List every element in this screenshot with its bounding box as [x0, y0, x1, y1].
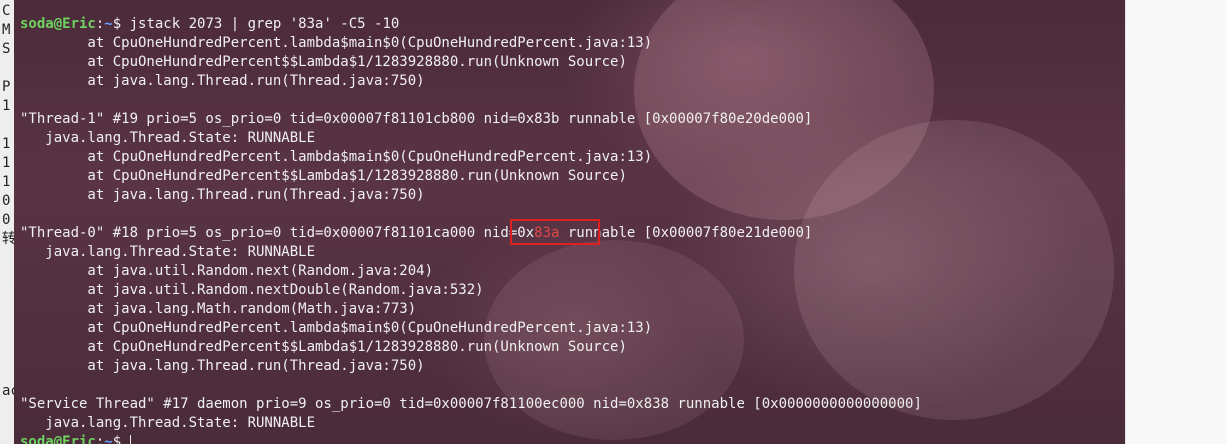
terminal-window[interactable]: soda@Eric:~$ jstack 2073 | grep '83a' -C…	[14, 0, 1125, 444]
output-line-1: at CpuOneHundredPercent$$Lambda$1/128392…	[20, 54, 627, 70]
prompt-user: soda@Eric	[20, 16, 96, 32]
output-line-7: at CpuOneHundredPercent$$Lambda$1/128392…	[20, 168, 627, 184]
output-line-after-3: at java.lang.Math.random(Math.java:773)	[20, 301, 417, 317]
output-line-after-2: at java.util.Random.nextDouble(Random.ja…	[20, 282, 484, 298]
edge-char: 1	[2, 136, 11, 152]
prompt-path: ~	[104, 16, 113, 32]
output-line-9	[20, 205, 922, 224]
edge-char: 1	[2, 155, 11, 171]
text-cursor	[129, 434, 131, 444]
thread0-header-line: "Thread-0" #18 prio=5 os_prio=0 tid=0x00…	[20, 224, 922, 243]
edge-char: 0	[2, 193, 11, 209]
edge-char: C	[2, 3, 11, 19]
edge-char: S	[2, 41, 11, 57]
output-line-after-8: "Service Thread" #17 daemon prio=9 os_pr…	[20, 396, 922, 412]
edge-char: P	[2, 79, 11, 95]
output-line-after-9: java.lang.Thread.State: RUNNABLE	[20, 415, 316, 431]
edge-char: 0	[2, 212, 11, 228]
edge-char: 1	[2, 98, 11, 114]
output-line-6: at CpuOneHundredPercent.lambda$main$0(Cp…	[20, 149, 653, 165]
output-line-3	[20, 91, 922, 110]
command-line: soda@Eric:~$ jstack 2073 | grep '83a' -C…	[20, 15, 922, 34]
output-line-after-4: at CpuOneHundredPercent.lambda$main$0(Cp…	[20, 320, 653, 336]
terminal-output: soda@Eric:~$ jstack 2073 | grep '83a' -C…	[20, 15, 922, 444]
desktop-background-right	[1125, 0, 1226, 444]
output-line-after-1: at java.util.Random.next(Random.java:204…	[20, 263, 434, 279]
nid-highlight-box	[510, 219, 600, 245]
output-line-after-7	[20, 376, 922, 395]
output-line-8: at java.lang.Thread.run(Thread.java:750)	[20, 187, 425, 203]
output-line-2: at java.lang.Thread.run(Thread.java:750)	[20, 73, 425, 89]
prompt-path-2: ~	[104, 434, 113, 444]
output-line-after-5: at CpuOneHundredPercent$$Lambda$1/128392…	[20, 339, 627, 355]
input-prompt-line[interactable]: soda@Eric:~$	[20, 433, 922, 444]
thread0-prefix: "Thread-0" #18 prio=5 os_prio=0 tid=0x00…	[20, 225, 535, 241]
prompt-symbol-2: $	[112, 434, 130, 444]
output-line-after-6: at java.lang.Thread.run(Thread.java:750)	[20, 358, 425, 374]
prompt-user-2: soda@Eric	[20, 434, 96, 444]
edge-char: 1	[2, 174, 11, 190]
output-line-0: at CpuOneHundredPercent.lambda$main$0(Cp…	[20, 35, 653, 51]
output-line-5: java.lang.Thread.State: RUNNABLE	[20, 130, 316, 146]
edge-char: M	[2, 22, 11, 38]
command-text: jstack 2073 | grep '83a' -C5 -10	[129, 16, 400, 32]
output-line-4: "Thread-1" #19 prio=5 os_prio=0 tid=0x00…	[20, 111, 813, 127]
background-window-edge: CMSP111100转ac	[0, 0, 15, 444]
prompt-symbol: $	[112, 16, 130, 32]
output-line-after-0: java.lang.Thread.State: RUNNABLE	[20, 244, 316, 260]
